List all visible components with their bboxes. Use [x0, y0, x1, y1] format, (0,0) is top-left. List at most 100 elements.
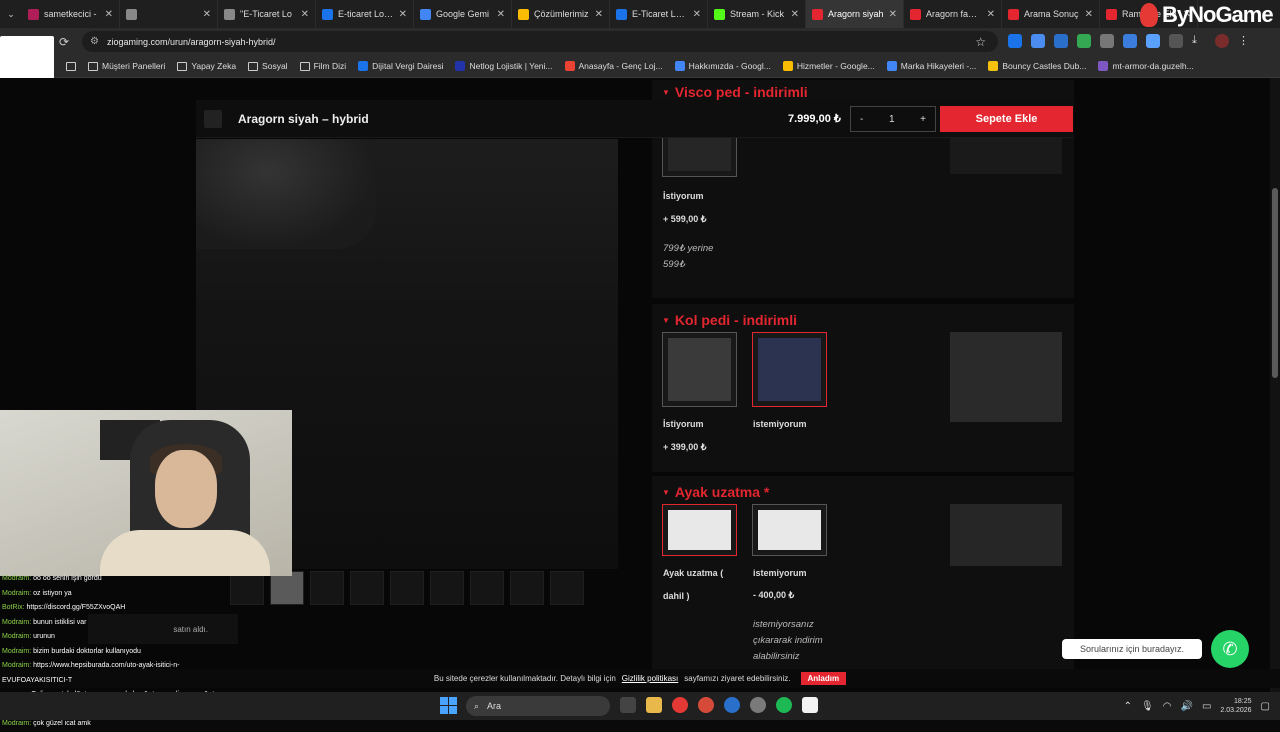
tab-label: Aragorn fabric: [926, 9, 982, 19]
cookie-text: Bu sitede çerezler kullanılmaktadır. Det…: [433, 674, 616, 683]
footrest-option-no[interactable]: [752, 504, 827, 556]
thumbnail[interactable]: [550, 571, 584, 605]
notepad-icon[interactable]: [802, 697, 818, 713]
chat-username: Modraim:: [2, 618, 32, 626]
thumbnail[interactable]: [310, 571, 344, 605]
extension-icon[interactable]: [1146, 34, 1160, 48]
extension-icon[interactable]: [1077, 34, 1091, 48]
tab-label: sametkecici -: [44, 9, 97, 19]
bookmark-star-icon[interactable]: ☆: [975, 35, 986, 49]
close-icon[interactable]: ✕: [791, 9, 799, 20]
cookie-accept-button[interactable]: Anladım: [800, 672, 847, 685]
thumbnail[interactable]: [470, 571, 504, 605]
add-to-cart-button[interactable]: Sepete Ekle: [940, 106, 1073, 132]
close-icon[interactable]: ✕: [105, 9, 113, 20]
battery-icon[interactable]: ▭: [1202, 701, 1211, 712]
thumbnail[interactable]: [510, 571, 544, 605]
app-icon[interactable]: [750, 697, 766, 713]
taskbar-search[interactable]: ⌕ Ara: [466, 696, 610, 716]
thumbnail[interactable]: [350, 571, 384, 605]
chat-text: EVUFOAYAKISITICI-T: [2, 676, 73, 684]
bookmark-item[interactable]: Yapay Zeka: [171, 61, 242, 71]
browser-tab[interactable]: Stream - Kick ✕: [708, 0, 806, 28]
reload-icon[interactable]: ⟳: [54, 35, 74, 49]
file-explorer-icon[interactable]: [646, 697, 662, 713]
browser-tab[interactable]: E-ticaret Lojisti ✕: [316, 0, 414, 28]
bookmark-item[interactable]: Anasayfa - Genç Loj...: [559, 61, 669, 71]
bookmark-item[interactable]: Marka Hikayeleri -...: [881, 61, 983, 71]
bookmark-item[interactable]: Dijital Vergi Dairesi: [352, 61, 449, 71]
option-label: istemiyorum: [753, 419, 807, 429]
task-view-icon[interactable]: [620, 697, 636, 713]
close-icon[interactable]: ✕: [497, 9, 505, 20]
extension-icon[interactable]: [1100, 34, 1114, 48]
extension-icon[interactable]: [1031, 34, 1045, 48]
app-icon[interactable]: [724, 697, 740, 713]
mic-icon[interactable]: 🎙: [1141, 701, 1154, 712]
bookmark-item[interactable]: Müşteri Panelleri: [82, 61, 171, 71]
increase-button[interactable]: +: [920, 114, 926, 125]
decrease-button[interactable]: -: [860, 114, 863, 125]
volume-icon[interactable]: 🔊: [1180, 701, 1192, 712]
close-icon[interactable]: ✕: [889, 9, 897, 20]
privacy-policy-link[interactable]: Gizlilik politikası: [622, 674, 678, 683]
wifi-icon[interactable]: ◠: [1163, 701, 1172, 712]
extension-icon[interactable]: [1008, 34, 1022, 48]
download-icon[interactable]: ⤓: [1192, 34, 1206, 48]
arm-pad-option-no[interactable]: [752, 332, 827, 407]
profile-avatar[interactable]: [1215, 34, 1229, 48]
quantity-value[interactable]: 1: [889, 114, 895, 125]
apps-icon[interactable]: [60, 61, 82, 71]
menu-kebab-icon[interactable]: ⋮: [1238, 34, 1252, 48]
tab-search-button[interactable]: ⌄: [0, 0, 22, 28]
bookmark-item[interactable]: Bouncy Castles Dub...: [982, 61, 1092, 71]
extension-icon[interactable]: [1054, 34, 1068, 48]
browser-tab[interactable]: ✕: [120, 0, 218, 28]
bookmark-item[interactable]: mt-armor-da.guzelh...: [1092, 61, 1199, 71]
option-label: İstiyorum: [663, 191, 704, 201]
chrome-icon[interactable]: [698, 697, 714, 713]
product-price: 7.999,00 ₺: [788, 113, 841, 125]
thumbnail[interactable]: [430, 571, 464, 605]
whatsapp-icon[interactable]: ✆: [1211, 630, 1249, 668]
bookmark-item[interactable]: Film Dizi: [294, 61, 353, 71]
close-icon[interactable]: ✕: [301, 9, 309, 20]
page-scrollbar[interactable]: [1270, 78, 1280, 692]
browser-tab[interactable]: Aragorn fabric ✕: [904, 0, 1002, 28]
site-info-icon[interactable]: ⚙: [90, 36, 99, 47]
chrome-icon[interactable]: [672, 697, 688, 713]
chevron-up-icon[interactable]: ⌃: [1124, 701, 1132, 712]
close-icon[interactable]: ✕: [1085, 9, 1093, 20]
chat-message: EVUFOAYAKISITICI-T: [0, 674, 300, 689]
notifications-icon[interactable]: ▢: [1261, 701, 1270, 712]
clock[interactable]: 18:25 2.03.2026: [1220, 697, 1251, 715]
spotify-icon[interactable]: [776, 697, 792, 713]
support-chat-bubble[interactable]: Sorularınız için buradayız.: [1062, 639, 1202, 659]
tab-favicon-icon: [714, 8, 725, 20]
extension-icon[interactable]: [1123, 34, 1137, 48]
browser-tab[interactable]: Aragorn siyah ✕: [806, 0, 904, 28]
footrest-option-included[interactable]: [662, 504, 737, 556]
bookmark-item[interactable]: Hakkımızda - Googl...: [669, 61, 777, 71]
browser-tab[interactable]: Google Gemi ✕: [414, 0, 512, 28]
close-icon[interactable]: ✕: [399, 9, 407, 20]
browser-tab[interactable]: sametkecici - ✕: [22, 0, 120, 28]
section-title: ▼ Kol pedi - indirimli: [662, 312, 798, 328]
close-icon[interactable]: ✕: [693, 9, 701, 20]
close-icon[interactable]: ✕: [595, 9, 603, 20]
thumbnail[interactable]: [390, 571, 424, 605]
start-button[interactable]: [440, 697, 457, 714]
browser-tab[interactable]: "E-Ticaret Lo ✕: [218, 0, 316, 28]
browser-tab[interactable]: E-Ticaret Lojisti ✕: [610, 0, 708, 28]
bookmark-label: Yapay Zeka: [191, 61, 237, 71]
close-icon[interactable]: ✕: [203, 9, 211, 20]
close-icon[interactable]: ✕: [987, 9, 995, 20]
bookmark-item[interactable]: Netlog Lojistik | Yeni...: [449, 61, 558, 71]
bookmark-item[interactable]: Hizmetler - Google...: [777, 61, 881, 71]
browser-tab[interactable]: Çözümlerimiz ✕: [512, 0, 610, 28]
arm-pad-option-yes[interactable]: [662, 332, 737, 407]
bookmark-item[interactable]: Sosyal: [242, 61, 294, 71]
url-field[interactable]: ⚙ ziogaming.com/urun/aragorn-siyah-hybri…: [82, 31, 998, 52]
browser-tab[interactable]: Arama Sonuç ✕: [1002, 0, 1100, 28]
extensions-puzzle-icon[interactable]: [1169, 34, 1183, 48]
